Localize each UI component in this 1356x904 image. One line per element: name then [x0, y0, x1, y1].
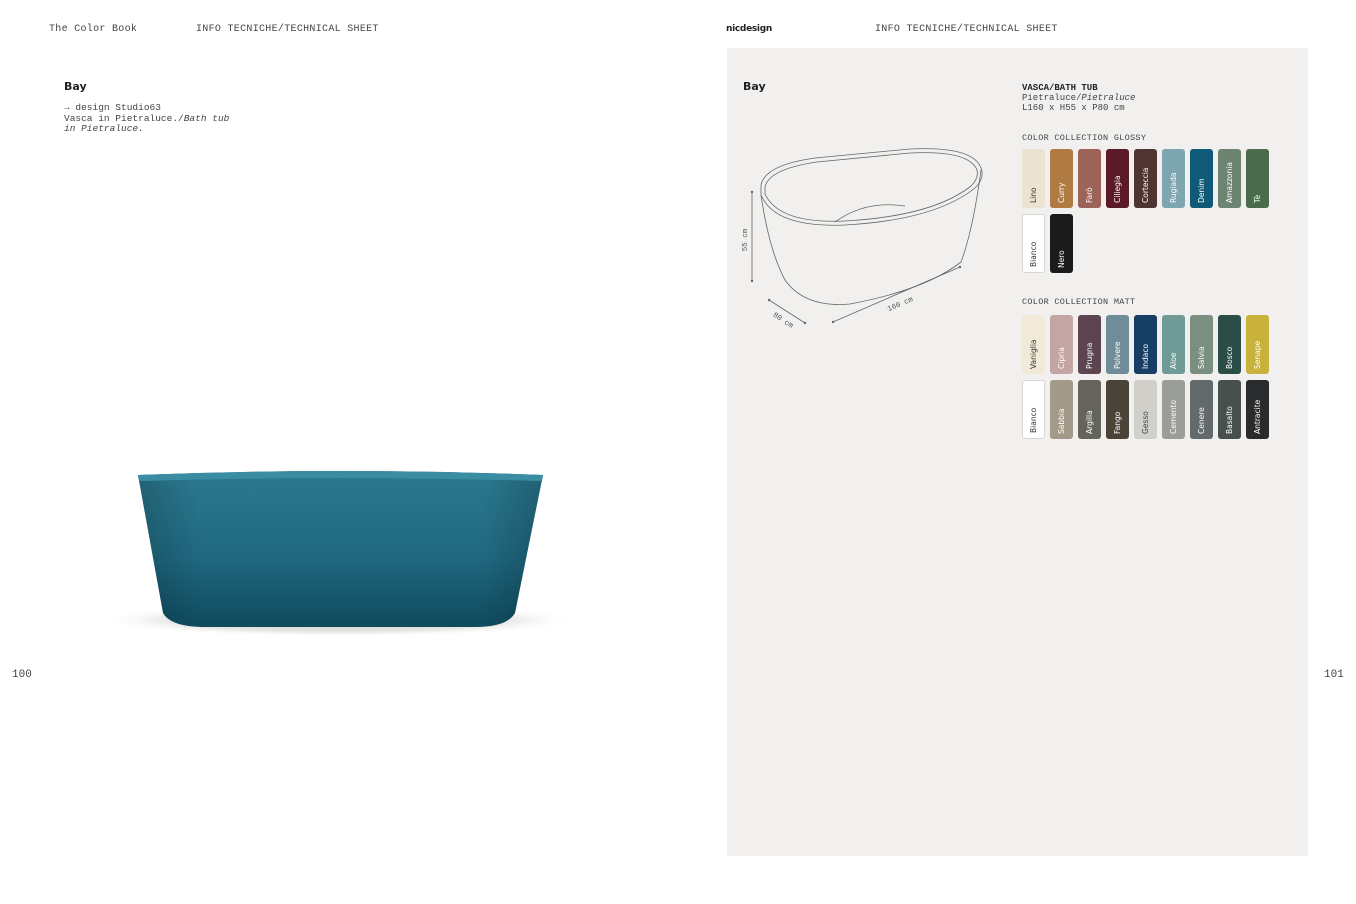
tub-body-shading: [138, 471, 543, 627]
swatch-label: Basalto: [1224, 406, 1234, 434]
swatch-label: Amazzonia: [1224, 162, 1234, 203]
spec-type: VASCA/BATH TUB: [1022, 83, 1098, 93]
glossy-swatch-tè: Tè: [1246, 149, 1269, 208]
height-label: 55 cm: [742, 228, 750, 251]
depth-label: 80 cm: [771, 312, 795, 331]
drawing-rim-inner: [764, 152, 978, 222]
glossy-swatch-denim: Denim: [1190, 149, 1213, 208]
glossy-collection-label: COLOR COLLECTION GLOSSY: [1022, 133, 1147, 143]
header-section-left: INFO TECNICHE/TECHNICAL SHEET: [196, 24, 379, 35]
swatch-label: Corteccia: [1140, 167, 1150, 203]
swatch-label: Salvia: [1196, 346, 1206, 369]
header-section-right: INFO TECNICHE/TECHNICAL SHEET: [875, 24, 1058, 35]
matt-swatch-senape: Senape: [1246, 315, 1269, 374]
swatch-label: Sabbia: [1056, 408, 1066, 434]
matt-swatch-bianco: Bianco: [1022, 380, 1045, 439]
spec-material-en: Pietraluce: [1081, 93, 1136, 103]
page-number-right: 101: [1324, 669, 1344, 681]
matt-swatch-indaco: Indaco: [1134, 315, 1157, 374]
product-specs: VASCA/BATH TUB Pietraluce/Pietraluce L16…: [1022, 83, 1135, 113]
swatch-label: Denim: [1196, 178, 1206, 203]
swatch-label: Polvere: [1112, 341, 1122, 369]
swatch-label: Vaniglia: [1028, 339, 1038, 369]
swatch-label: Cenere: [1196, 407, 1206, 434]
matt-swatch-basalto: Basalto: [1218, 380, 1241, 439]
spec-material-it: Pietraluce/: [1022, 93, 1082, 103]
glossy-swatch-nero: Nero: [1050, 214, 1073, 273]
swatch-label: Fango: [1112, 411, 1122, 434]
swatch-label: Lino: [1028, 187, 1038, 203]
swatch-label: Ciliegia: [1112, 175, 1122, 203]
matt-swatch-cenere: Cenere: [1190, 380, 1213, 439]
brand-logo: nicdesign: [726, 24, 772, 34]
glossy-swatch-rugiada: Rugiada: [1162, 149, 1185, 208]
bathtub-photo: [99, 471, 579, 637]
desc-english-part1: Bath tub: [183, 112, 230, 124]
matt-collection-label: COLOR COLLECTION MATT: [1022, 297, 1136, 307]
matt-swatch-salvia: Salvia: [1190, 315, 1213, 374]
desc-english-part2: in Pietraluce.: [64, 123, 144, 134]
swatch-label: Bianco: [1028, 241, 1038, 267]
glossy-swatch-corteccia: Corteccia: [1134, 149, 1157, 208]
swatch-label: Rugiada: [1168, 172, 1178, 203]
matt-swatch-antracite: Antracite: [1246, 380, 1269, 439]
length-dimension-line: [832, 266, 961, 323]
glossy-swatch-curry: Curry: [1050, 149, 1073, 208]
glossy-swatch-ciliegia: Ciliegia: [1106, 149, 1129, 208]
swatch-label: Cemento: [1168, 399, 1178, 434]
matt-swatch-bosco: Bosco: [1218, 315, 1241, 374]
matt-swatch-sabbia: Sabbia: [1050, 380, 1073, 439]
glossy-swatch-farò: Farò: [1078, 149, 1101, 208]
desc-italian: Vasca in Pietraluce./: [64, 112, 184, 124]
matt-swatch-row: Bianco Sabbia Argilla Fango Gesso Cemento Cene…: [1022, 380, 1269, 439]
matt-swatches: Vaniglia Cipria Prugna Polvere Indaco Aloe Sal…: [1022, 315, 1269, 445]
spec-dimensions: L160 x H55 x P80 cm: [1022, 103, 1125, 113]
page-number-left: 100: [12, 669, 32, 681]
glossy-swatch-lino: Lino: [1022, 149, 1045, 208]
swatch-label: Cipria: [1056, 347, 1066, 369]
glossy-swatches: Lino Curry Farò Ciliegia Corteccia Rugiada Den…: [1022, 149, 1269, 279]
swatch-label: Farò: [1084, 187, 1094, 203]
description-line-2: in Pietraluce.: [64, 123, 264, 135]
bathtub-technical-drawing: 55 cm 80 cm 160 cm: [742, 148, 983, 331]
matt-swatch-aloe: Aloe: [1162, 315, 1185, 374]
matt-swatch-cemento: Cemento: [1162, 380, 1185, 439]
product-title-left: Bay: [64, 80, 87, 93]
matt-swatch-prugna: Prugna: [1078, 315, 1101, 374]
matt-swatch-argilla: Argilla: [1078, 380, 1101, 439]
glossy-swatch-row: Lino Curry Farò Ciliegia Corteccia Rugiada Den…: [1022, 149, 1269, 208]
matt-swatch-vaniglia: Vaniglia: [1022, 315, 1045, 374]
glossy-swatch-bianco: Bianco: [1022, 214, 1045, 273]
length-label: 160 cm: [887, 296, 915, 314]
swatch-label: Gesso: [1140, 411, 1150, 434]
spec-material: Pietraluce/Pietraluce: [1022, 93, 1135, 103]
glossy-swatch-amazzonia: Amazzonia: [1218, 149, 1241, 208]
drawing-rim-outer: [760, 148, 983, 226]
drawing-body: [760, 169, 982, 305]
swatch-label: Senape: [1252, 340, 1262, 369]
product-description: → design Studio63 Vasca in Pietraluce./B…: [64, 102, 264, 135]
matt-swatch-polvere: Polvere: [1106, 315, 1129, 374]
matt-swatch-fango: Fango: [1106, 380, 1129, 439]
swatch-label: Tè: [1252, 194, 1262, 203]
swatch-label: Prugna: [1084, 342, 1094, 369]
glossy-swatch-row: Bianco Nero: [1022, 214, 1269, 273]
swatch-label: Curry: [1056, 182, 1066, 203]
swatch-label: Bianco: [1028, 407, 1038, 433]
swatch-label: Bosco: [1224, 346, 1234, 369]
swatch-label: Indaco: [1140, 343, 1150, 369]
swatch-label: Aloe: [1168, 352, 1178, 369]
swatch-label: Antracite: [1252, 399, 1262, 434]
swatch-label: Nero: [1056, 250, 1066, 268]
swatch-label: Argilla: [1084, 410, 1094, 434]
matt-swatch-gesso: Gesso: [1134, 380, 1157, 439]
matt-swatch-row: Vaniglia Cipria Prugna Polvere Indaco Aloe Sal…: [1022, 315, 1269, 374]
matt-swatch-cipria: Cipria: [1050, 315, 1073, 374]
header-book-title: The Color Book: [49, 24, 138, 35]
product-title-right: Bay: [743, 80, 766, 93]
